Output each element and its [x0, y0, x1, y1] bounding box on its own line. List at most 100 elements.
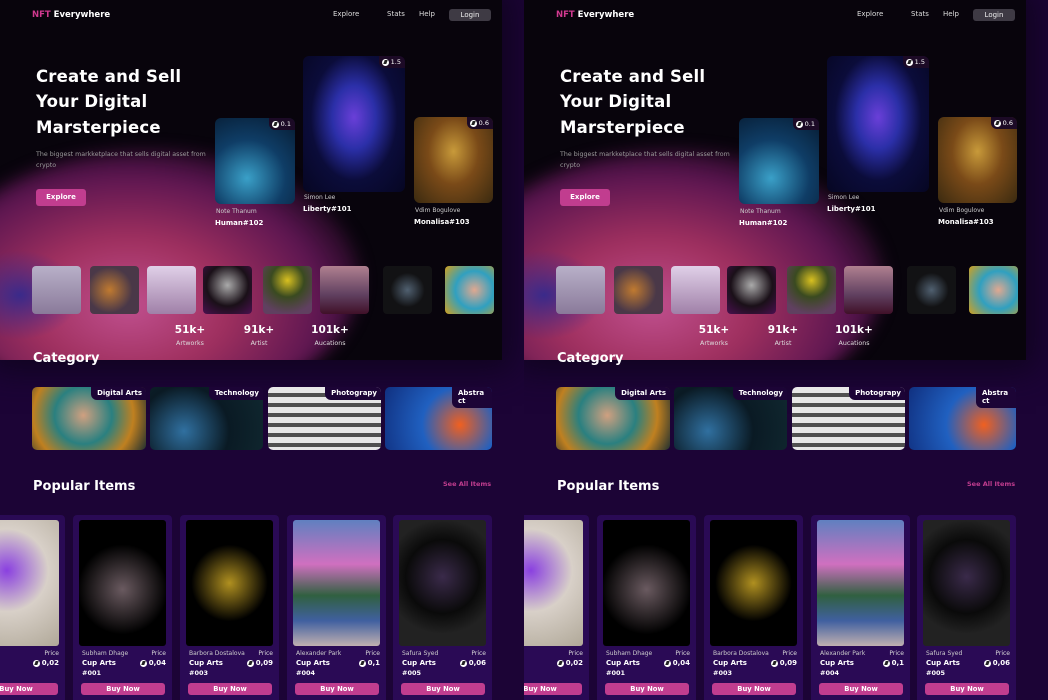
nav-help[interactable]: Help [943, 10, 959, 18]
product-artist: Safura Syed [402, 650, 439, 657]
price: 0.6 [478, 119, 489, 127]
product-image[interactable] [186, 520, 273, 646]
buy-now-button[interactable]: Buy Now [925, 683, 1009, 695]
buy-now-button[interactable]: Buy Now [0, 683, 58, 695]
hero-card-image[interactable]: 1.5 [303, 56, 405, 192]
nav-stats[interactable]: Stats [911, 10, 929, 18]
category-card-photography[interactable]: Photograpy [792, 387, 905, 450]
gallery-thumbnail[interactable] [263, 266, 312, 314]
eth-icon [983, 659, 991, 667]
stat-value: 101k+ [311, 324, 349, 336]
gallery-thumbnail[interactable] [445, 266, 494, 314]
product-card[interactable]: Safura Syed Cup Arts #005 Price 0,06 Buy… [917, 515, 1016, 700]
artwork-title[interactable]: Monalisa#103 [938, 218, 994, 226]
hero-card-image[interactable]: 1.5 [827, 56, 929, 192]
product-artist: Barbora Dostalova [713, 650, 769, 657]
product-id: #001 [606, 669, 626, 677]
gallery-thumbnail[interactable] [969, 266, 1018, 314]
category-card-abstract[interactable]: Abstract [909, 387, 1016, 450]
product-card[interactable]: Subham Dhage Cup Arts #001 Price 0,04 Bu… [73, 515, 172, 700]
hero-card-image[interactable]: 0.1 [739, 118, 819, 204]
explore-button[interactable]: Explore [36, 189, 86, 206]
artwork-title[interactable]: Human#102 [215, 219, 263, 227]
product-image[interactable] [293, 520, 380, 646]
gallery-thumbnail[interactable] [907, 266, 956, 314]
product-card[interactable]: Alexander Park Cup Arts #004 Price 0,1 B… [287, 515, 386, 700]
nav-stats[interactable]: Stats [387, 10, 405, 18]
category-card-photography[interactable]: Photograpy [268, 387, 381, 450]
price-label: Price [782, 650, 797, 657]
hero-card-image[interactable]: 0.6 [938, 117, 1017, 203]
eth-icon [795, 120, 803, 128]
gallery-thumbnail[interactable] [614, 266, 663, 314]
gallery-thumbnail[interactable] [90, 266, 139, 314]
explore-button[interactable]: Explore [560, 189, 610, 206]
gallery-thumbnail[interactable] [844, 266, 893, 314]
hero-card-image[interactable]: 0.1 [215, 118, 295, 204]
artwork-title[interactable]: Monalisa#103 [414, 218, 470, 226]
category-card-technology[interactable]: Technology [674, 387, 787, 450]
stat-label: Aucations [314, 340, 346, 347]
gallery-thumbnail[interactable] [671, 266, 720, 314]
see-all-items-link[interactable]: See All Items [967, 480, 1015, 488]
gallery-thumbnail[interactable] [147, 266, 196, 314]
product-title: Cup Arts [296, 659, 330, 667]
product-card[interactable]: Safura Syed Cup Arts #005 Price 0,06 Buy… [393, 515, 492, 700]
category-card-digital-arts[interactable]: Digital Arts [556, 387, 670, 450]
price: 0.1 [804, 120, 815, 128]
hero-card-image[interactable]: 0.6 [414, 117, 493, 203]
stat-value: 91k+ [767, 324, 799, 336]
login-button[interactable]: Login [449, 9, 491, 21]
product-artist: Subham Dhage [606, 650, 653, 657]
gallery-thumbnail[interactable] [383, 266, 432, 314]
product-card[interactable]: Barbora Dostalova Cup Arts #003 Price 0,… [180, 515, 279, 700]
category-card-abstract[interactable]: Abstract [385, 387, 492, 450]
product-card[interactable]: Subham Dhage Cup Arts #001 Price 0,04 Bu… [597, 515, 696, 700]
artwork-title[interactable]: Liberty#101 [827, 205, 875, 213]
artwork-title[interactable]: Liberty#101 [303, 205, 351, 213]
buy-now-button[interactable]: Buy Now [712, 683, 796, 695]
product-card[interactable]: Alexander Park Cup Arts #004 Price 0,1 B… [811, 515, 910, 700]
product-image[interactable] [399, 520, 486, 646]
gallery-thumbnail[interactable] [32, 266, 81, 314]
buy-now-button[interactable]: Buy Now [524, 683, 582, 695]
login-button[interactable]: Login [973, 9, 1015, 21]
gallery-thumbnail[interactable] [727, 266, 776, 314]
product-card[interactable]: …ones …rts Price 0,02 Buy Now [0, 515, 65, 700]
buy-now-button[interactable]: Buy Now [295, 683, 379, 695]
product-image[interactable] [603, 520, 690, 646]
category-card-technology[interactable]: Technology [150, 387, 263, 450]
category-card-digital-arts[interactable]: Digital Arts [32, 387, 146, 450]
nav-explore[interactable]: Explore [333, 10, 359, 18]
stat-value: 51k+ [698, 324, 730, 336]
product-image[interactable] [524, 520, 583, 646]
gallery-thumbnail[interactable] [320, 266, 369, 314]
gallery-thumbnail[interactable] [556, 266, 605, 314]
gallery-thumbnail[interactable] [787, 266, 836, 314]
nav-help[interactable]: Help [419, 10, 435, 18]
logo[interactable]: NFT Everywhere [32, 10, 110, 20]
product-image[interactable] [710, 520, 797, 646]
buy-now-button[interactable]: Buy Now [188, 683, 272, 695]
product-image[interactable] [923, 520, 1010, 646]
buy-now-button[interactable]: Buy Now [819, 683, 903, 695]
gallery-thumbnail[interactable] [203, 266, 252, 314]
product-price: 0,04 [139, 659, 166, 667]
product-image[interactable] [0, 520, 59, 646]
product-title: Cup Arts [402, 659, 436, 667]
buy-now-button[interactable]: Buy Now [81, 683, 165, 695]
buy-now-button[interactable]: Buy Now [401, 683, 485, 695]
logo[interactable]: NFT Everywhere [556, 10, 634, 20]
popular-items-title: Popular Items [33, 479, 136, 494]
product-card[interactable]: Barbora Dostalova Cup Arts #003 Price 0,… [704, 515, 803, 700]
product-title: Cup Arts [713, 659, 747, 667]
product-image[interactable] [817, 520, 904, 646]
buy-now-button[interactable]: Buy Now [605, 683, 689, 695]
product-artist: Barbora Dostalova [189, 650, 245, 657]
product-price: 0,09 [770, 659, 797, 667]
nav-explore[interactable]: Explore [857, 10, 883, 18]
product-image[interactable] [79, 520, 166, 646]
artwork-title[interactable]: Human#102 [739, 219, 787, 227]
product-card[interactable]: …ones …rts Price 0,02 Buy Now [524, 515, 589, 700]
see-all-items-link[interactable]: See All Items [443, 480, 491, 488]
